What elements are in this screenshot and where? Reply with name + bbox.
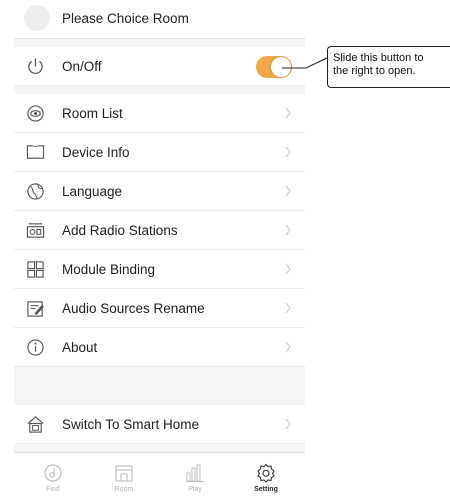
home-icon <box>26 415 45 434</box>
room-selector-title: Please Choice Room <box>62 11 189 26</box>
toggle-knob[interactable] <box>271 57 291 77</box>
instruction-callout: Slide this button to the right to open. <box>327 46 450 88</box>
tab-find[interactable]: Find <box>23 463 83 497</box>
chevron-right-icon <box>283 106 293 120</box>
menu-item-add-radio-stations[interactable]: Add Radio Stations <box>14 211 305 250</box>
chevron-right-icon <box>283 417 293 431</box>
section-gap <box>14 444 305 452</box>
chevron-right-icon <box>283 145 293 159</box>
menu-item-language[interactable]: Language <box>14 172 305 211</box>
chevron-right-icon <box>283 223 293 237</box>
settings-screen: Please Choice Room On/Off Room List Devi… <box>14 0 305 497</box>
tab-label: Play <box>188 486 202 493</box>
bottom-tab-bar: Find Room Play Setting <box>14 452 305 497</box>
find-icon <box>43 463 63 483</box>
gear-icon <box>256 463 276 483</box>
globe-icon <box>26 182 45 201</box>
tab-setting[interactable]: Setting <box>236 463 296 497</box>
menu-item-label: Add Radio Stations <box>62 223 178 238</box>
menu-item-label: Module Binding <box>62 262 156 277</box>
chevron-right-icon <box>283 340 293 354</box>
chevron-right-icon <box>283 301 293 315</box>
power-toggle[interactable] <box>256 56 292 78</box>
power-icon <box>26 57 45 76</box>
section-gap <box>14 367 305 405</box>
menu-item-label: Device Info <box>62 145 130 160</box>
menu-item-device-info[interactable]: Device Info <box>14 133 305 172</box>
callout-line-1: Slide this button to <box>333 52 424 64</box>
tab-room[interactable]: Room <box>94 463 154 497</box>
radio-icon <box>26 221 45 240</box>
edit-icon <box>26 299 45 318</box>
menu-item-module-binding[interactable]: Module Binding <box>14 250 305 289</box>
room-icon <box>114 463 134 483</box>
play-bars-icon <box>185 463 205 483</box>
menu-item-label: About <box>62 340 98 355</box>
room-selector[interactable]: Please Choice Room <box>14 0 305 39</box>
menu-item-label: Audio Sources Rename <box>62 301 205 316</box>
section-gap <box>14 86 305 94</box>
tab-label: Setting <box>254 486 278 493</box>
menu-item-label: Switch To Smart Home <box>62 417 200 432</box>
screen-icon <box>26 143 45 162</box>
power-label: On/Off <box>62 59 102 74</box>
menu-item-about[interactable]: About <box>14 328 305 367</box>
chevron-right-icon <box>283 262 293 276</box>
tab-play[interactable]: Play <box>165 463 225 497</box>
menu-item-switch-to-smart-home[interactable]: Switch To Smart Home <box>14 405 305 444</box>
info-icon <box>26 338 45 357</box>
menu-item-label: Room List <box>62 106 123 121</box>
tab-label: Find <box>46 486 60 493</box>
module-grid-icon <box>26 260 45 279</box>
callout-line-2: the right to open. <box>333 65 416 77</box>
chevron-right-icon <box>283 184 293 198</box>
menu-item-audio-sources-rename[interactable]: Audio Sources Rename <box>14 289 305 328</box>
room-avatar <box>24 5 50 31</box>
tab-label: Room <box>114 486 134 493</box>
menu-item-room-list[interactable]: Room List <box>14 94 305 133</box>
menu-item-label: Language <box>62 184 123 199</box>
section-gap <box>14 39 305 47</box>
eye-icon <box>26 104 45 123</box>
